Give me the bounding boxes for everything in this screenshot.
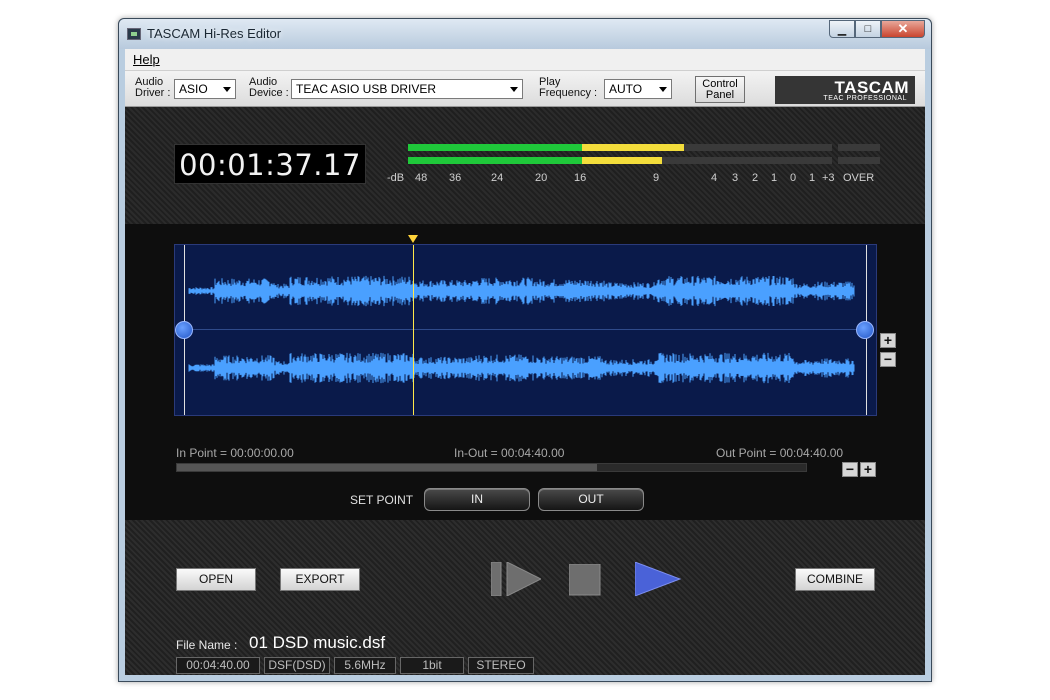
tascam-logo: TASCAM TEAC PROFESSIONAL: [775, 76, 915, 104]
file-bit-depth: 1bit: [400, 657, 464, 674]
chevron-down-icon: [223, 87, 231, 92]
file-sample-rate: 5.6MHz: [334, 657, 396, 674]
level-meter-right: [408, 157, 880, 164]
meter-left-yellow: [581, 144, 684, 151]
waveform-right-channel: [188, 352, 855, 384]
chevron-down-icon: [659, 87, 667, 92]
set-point-label: SET POINT: [350, 493, 414, 507]
meter-scale-label: 2: [752, 172, 759, 184]
set-in-button[interactable]: IN: [424, 488, 530, 511]
meter-scale-label: 16: [574, 172, 587, 184]
playhead-line[interactable]: [413, 245, 414, 415]
minimize-button[interactable]: ▁: [829, 20, 855, 38]
waveform-display[interactable]: [174, 235, 877, 416]
vertical-zoom-in-button[interactable]: +: [880, 333, 896, 348]
play-frequency-label: Play Frequency :: [539, 76, 598, 99]
editor-panel: 00:01:37.17 -dB 48 36 24 20 16 9 4 3 2 1…: [125, 107, 925, 675]
file-name: 01 DSD music.dsf: [249, 633, 386, 652]
file-channels: STEREO: [468, 657, 534, 674]
stop-icon[interactable]: [569, 564, 601, 596]
file-duration: 00:04:40.00: [176, 657, 260, 674]
skip-to-start-icon[interactable]: [491, 562, 541, 596]
title-bar[interactable]: TASCAM Hi-Res Editor ▁ □ ✕: [119, 19, 931, 49]
meter-scale-label: 1: [809, 172, 816, 184]
play-frequency-select[interactable]: AUTO: [604, 79, 672, 99]
combine-button[interactable]: COMBINE: [795, 568, 875, 591]
meter-right-green: [408, 157, 582, 164]
meter-scale-label: 24: [491, 172, 504, 184]
meter-scale-label: OVER: [843, 172, 875, 184]
audio-driver-label: Audio Driver :: [135, 76, 171, 99]
chevron-down-icon: [510, 87, 518, 92]
level-meter: [408, 144, 880, 168]
meter-scale-label: +3: [822, 172, 835, 184]
in-point-handle[interactable]: [175, 321, 193, 339]
horizontal-zoom-in-button[interactable]: +: [860, 462, 876, 477]
export-button[interactable]: EXPORT: [280, 568, 360, 591]
waveform-centerline: [184, 329, 866, 330]
meter-left-green: [408, 144, 582, 151]
open-button[interactable]: OPEN: [176, 568, 256, 591]
play-icon[interactable]: [635, 562, 681, 596]
meter-scale-label: 1: [771, 172, 778, 184]
level-meter-left: [408, 144, 880, 151]
horizontal-zoom-out-button[interactable]: −: [842, 462, 858, 477]
audio-device-label: Audio Device :: [249, 76, 289, 99]
control-panel-button[interactable]: Control Panel: [695, 76, 745, 103]
menu-help[interactable]: Help: [133, 52, 160, 67]
app-window: TASCAM Hi-Res Editor ▁ □ ✕ Help Audio Dr…: [118, 18, 932, 682]
meter-right-yellow: [581, 157, 663, 164]
audio-device-select[interactable]: TEAC ASIO USB DRIVER: [291, 79, 523, 99]
toolbar: Audio Driver : ASIO Audio Device : TEAC …: [125, 71, 925, 107]
in-out-label: In-Out = 00:04:40.00: [454, 446, 565, 460]
out-point-label: Out Point = 00:04:40.00: [716, 446, 844, 460]
timeline-scrollbar[interactable]: [176, 463, 807, 472]
audio-driver-select[interactable]: ASIO: [174, 79, 236, 99]
window-controls: ▁ □ ✕: [829, 20, 925, 38]
transport-section: OPEN EXPORT COMBINE File Name : 01 DSD m…: [125, 520, 925, 675]
meter-scale-label: 48: [415, 172, 428, 184]
waveform-left-channel: [188, 275, 855, 307]
in-point-label: In Point = 00:00:00.00: [176, 446, 294, 460]
meter-scale-label: 0: [790, 172, 797, 184]
meter-scale-label: 36: [449, 172, 462, 184]
menu-bar: Help: [125, 49, 925, 71]
meter-scale-label: -dB: [387, 172, 405, 184]
meter-scale-label: 20: [535, 172, 548, 184]
meter-scale-label: 3: [732, 172, 739, 184]
file-format: DSF(DSD): [264, 657, 330, 674]
scrollbar-thumb[interactable]: [177, 464, 597, 471]
file-info: 00:04:40.00 DSF(DSD) 5.6MHz 1bit STEREO: [176, 657, 534, 674]
waveform: [188, 275, 855, 384]
meter-section: 00:01:37.17 -dB 48 36 24 20 16 9 4 3 2 1…: [125, 107, 925, 224]
maximize-button[interactable]: □: [855, 20, 881, 38]
window-title: TASCAM Hi-Res Editor: [147, 26, 282, 41]
vertical-zoom-out-button[interactable]: −: [880, 352, 896, 367]
app-icon: [127, 28, 141, 40]
meter-scale-label: 9: [653, 172, 660, 184]
meter-scale-label: 4: [711, 172, 718, 184]
set-out-button[interactable]: OUT: [538, 488, 644, 511]
out-point-handle[interactable]: [856, 321, 874, 339]
time-counter: 00:01:37.17: [174, 144, 366, 184]
file-name-label: File Name :: [176, 638, 238, 652]
close-button[interactable]: ✕: [881, 20, 925, 38]
playhead-marker-icon[interactable]: [408, 235, 418, 243]
